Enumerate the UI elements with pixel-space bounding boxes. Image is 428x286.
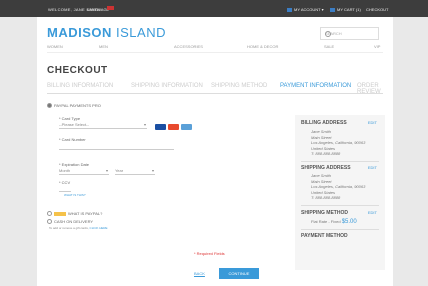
step-payment[interactable]: PAYMENT INFORMATION	[280, 83, 351, 89]
gift-card-link[interactable]: CLICK HERE	[90, 226, 108, 230]
year-value: Year	[115, 168, 124, 173]
step-review[interactable]: ORDER REVIEW	[357, 83, 383, 95]
checkout-progress-sidebar: BILLING ADDRESS EDIT Jane Smith Main Str…	[295, 115, 385, 270]
divider	[301, 229, 379, 230]
my-account-label: MY ACCOUNT	[294, 7, 321, 12]
address-line: Los Angeles, California, 90063	[311, 184, 366, 190]
my-cart-link[interactable]: MY CART (1)	[330, 7, 361, 12]
address-line: T: 888-888-8888	[311, 151, 341, 157]
chevron-down-icon: ▾	[105, 168, 108, 173]
cod-option[interactable]: CASH ON DELIVERY	[47, 219, 94, 225]
paypal-pro-option[interactable]: PAYPAL PAYMENTS PRO	[47, 103, 101, 109]
nav-item-accessories[interactable]: ACCESSORIES	[174, 44, 203, 49]
step-billing[interactable]: BILLING INFORMATION	[47, 83, 113, 89]
amex-card-icon	[181, 124, 192, 130]
shipping-price: $5.00	[341, 219, 357, 225]
shipping-address: Jane Smith Main Street Los Angeles, Cali…	[311, 173, 365, 201]
divider	[301, 205, 379, 206]
paypal-pro-label: PAYPAL PAYMENTS PRO	[54, 103, 101, 108]
main-nav: WOMEN MEN ACCESSORIES HOME & DECOR SALE …	[47, 42, 383, 53]
shipping-edit-link[interactable]: EDIT	[368, 165, 377, 170]
divider	[301, 161, 379, 162]
checkout-link[interactable]: CHECKOUT	[366, 7, 388, 12]
payment-method-title: PAYMENT METHOD	[301, 233, 348, 239]
paypal-logo	[54, 211, 66, 216]
nav-item-vip[interactable]: VIP	[374, 44, 380, 49]
cvv-help-link[interactable]: WHAT IS THIS?	[64, 193, 86, 197]
billing-edit-link[interactable]: EDIT	[368, 120, 377, 125]
my-account-link[interactable]: MY ACCOUNT ▾	[287, 7, 324, 12]
user-icon	[287, 7, 292, 12]
card-number-label: * Card Number	[59, 137, 86, 142]
card-type-value: --Please Select--	[59, 122, 89, 127]
shipping-method-text: Flat Rate - Fixed	[311, 219, 341, 224]
nav-item-sale[interactable]: SALE	[324, 44, 334, 49]
back-button[interactable]: BACK	[194, 271, 205, 276]
gift-card-note: To add or remove a gift cards, CLICK HER…	[49, 226, 108, 230]
billing-address: Jane Smith Main Street Los Angeles, Cali…	[311, 129, 365, 157]
paypal-pro-radio[interactable]	[47, 103, 52, 109]
logo[interactable]: MADISON ISLAND	[47, 25, 166, 40]
year-select[interactable]: Year ▾	[115, 168, 155, 175]
step-shipping-method[interactable]: SHIPPING METHOD	[211, 83, 267, 89]
shipping-method-edit-link[interactable]: EDIT	[368, 210, 377, 215]
chevron-down-icon: ▾	[143, 122, 146, 127]
nav-item-men[interactable]: MEN	[99, 44, 108, 49]
payment-form: PAYPAL PAYMENTS PRO * Card Type --Please…	[47, 103, 287, 283]
card-type-label: * Card Type	[59, 116, 81, 121]
shipping-method-value: Flat Rate - Fixed $5.00	[311, 219, 357, 225]
gift-card-text: To add or remove a gift cards,	[49, 226, 89, 230]
checkout-steps: BILLING INFORMATION SHIPPING INFORMATION…	[47, 79, 383, 95]
chevron-down-icon: ▾	[151, 168, 154, 173]
billing-address-title: BILLING ADDRESS	[301, 120, 347, 126]
expiration-label: * Expiration Date	[59, 162, 90, 167]
month-select[interactable]: Month ▾	[59, 168, 109, 175]
shipping-address-title: SHIPPING ADDRESS	[301, 165, 351, 171]
cvv-input[interactable]	[59, 185, 71, 192]
logo-sub: ISLAND	[116, 25, 166, 40]
search-icon[interactable]	[325, 31, 331, 37]
month-value: Month	[59, 168, 71, 173]
paypal-option[interactable]: WHAT IS PAYPAL?	[47, 211, 103, 217]
cart-icon	[330, 7, 335, 12]
top-bar: WELCOME, JANE SMITH LANGUAGE MY ACCOUNT …	[0, 0, 428, 17]
page-container: MADISON ISLAND SEARCH WOMEN MEN ACCESSOR…	[37, 17, 393, 286]
step-shipping[interactable]: SHIPPING INFORMATION	[131, 83, 203, 89]
address-line: T: 888-888-8888	[311, 195, 341, 201]
flag-icon[interactable]	[107, 6, 114, 10]
shipping-method-title: SHIPPING METHOD	[301, 210, 348, 216]
paypal-label: WHAT IS PAYPAL?	[68, 211, 103, 216]
nav-item-home-decor[interactable]: HOME & DECOR	[247, 44, 278, 49]
visa-card-icon	[155, 124, 166, 130]
page-title: CHECKOUT	[47, 65, 108, 76]
cod-label: CASH ON DELIVERY	[54, 219, 94, 224]
continue-button[interactable]: CONTINUE	[219, 268, 259, 279]
mastercard-icon	[168, 124, 179, 130]
nav-item-women[interactable]: WOMEN	[47, 44, 63, 49]
card-type-select[interactable]: --Please Select-- ▾	[59, 122, 147, 129]
search-input[interactable]: SEARCH	[320, 27, 379, 40]
cod-radio[interactable]	[47, 219, 52, 225]
language-selector[interactable]: LANGUAGE	[87, 7, 109, 12]
card-number-input[interactable]	[59, 143, 174, 150]
my-cart-label: MY CART (1)	[337, 7, 361, 12]
logo-main: MADISON	[47, 25, 112, 40]
address-line: Los Angeles, California, 90063	[311, 140, 366, 146]
required-note: * Required Fields	[194, 251, 225, 256]
paypal-radio[interactable]	[47, 211, 52, 217]
